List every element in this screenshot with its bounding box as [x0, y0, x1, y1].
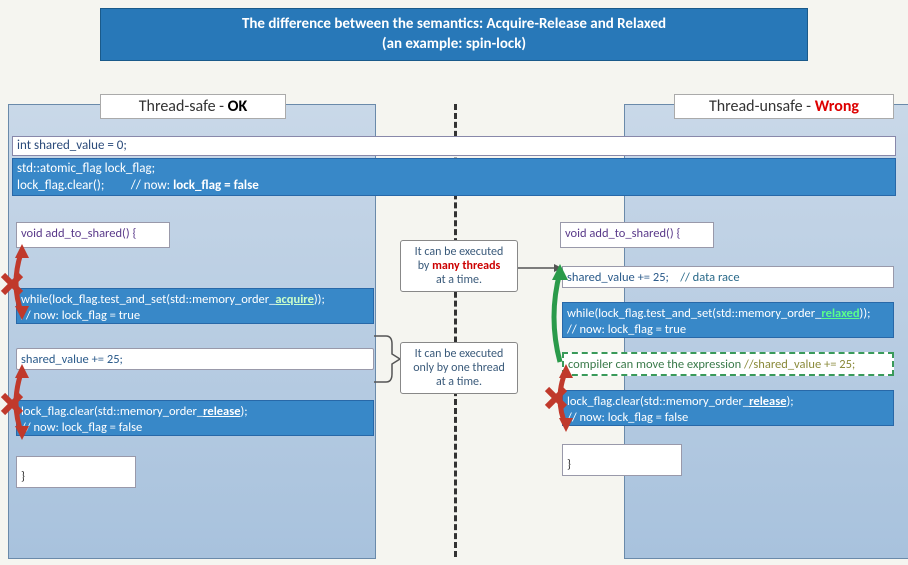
- shared-decl: int shared_value = 0;: [17, 138, 127, 153]
- right-x: [544, 386, 568, 410]
- info-many-l2: by many threads: [407, 259, 511, 273]
- left-clear-comment: // now: lock_flag = false: [21, 420, 369, 436]
- flag-clear-call: lock_flag.clear();: [17, 178, 104, 193]
- flag-decl-line1: std::atomic_flag lock_flag;: [17, 161, 891, 178]
- left-close: }: [21, 469, 25, 484]
- right-while-comment: // now: lock_flag = true: [567, 322, 889, 338]
- info-one-l3: at a time.: [407, 375, 511, 389]
- title-line2: (an example: spin-lock): [101, 35, 807, 55]
- left-while-prefix: while(lock_flag.test_and_set(std::memory…: [21, 292, 275, 307]
- right-race-comment: // data race: [680, 270, 739, 285]
- title-banner: The difference between the semantics: Ac…: [100, 8, 808, 61]
- left-clear-prefix: lock_flag.clear(std::memory_order_: [21, 404, 203, 419]
- left-shared-inc-box: shared_value += 25;: [16, 348, 374, 370]
- info-many-by: by: [418, 259, 432, 273]
- right-race-line: shared_value += 25;: [567, 270, 669, 285]
- right-fn-sig: void add_to_shared() {: [565, 226, 680, 241]
- left-while-line: while(lock_flag.test_and_set(std::memory…: [21, 292, 369, 308]
- left-close-box: }: [16, 456, 136, 488]
- left-while-tail: ));: [314, 292, 325, 307]
- info-many-l3: at a time.: [407, 273, 511, 287]
- info-one-l1: It can be executed: [407, 347, 511, 361]
- left-fn-sig-box: void add_to_shared() {: [16, 222, 170, 248]
- info-one-l2: only by one thread: [407, 361, 511, 375]
- right-while-tail: ));: [860, 306, 871, 321]
- right-title-prefix: Thread-unsafe -: [709, 97, 815, 116]
- right-while-kw: relaxed: [821, 306, 859, 321]
- right-close-box: }: [562, 444, 682, 476]
- info-one-box: It can be executed only by one thread at…: [400, 342, 518, 394]
- info-many-box: It can be executed by many threads at a …: [400, 240, 518, 292]
- bracket-left: [372, 334, 402, 384]
- right-race-box: shared_value += 25; // data race: [562, 266, 894, 288]
- right-arrow-green: [546, 262, 572, 372]
- right-clear-line: lock_flag.clear(std::memory_order_releas…: [567, 394, 889, 410]
- right-title-status: Wrong: [815, 97, 859, 116]
- shared-decl-box: int shared_value = 0;: [12, 136, 896, 156]
- right-while-box: while(lock_flag.test_and_set(std::memory…: [562, 302, 894, 338]
- right-moved-comment: //shared_value += 25;: [744, 357, 855, 372]
- info-many-l1: It can be executed: [407, 245, 511, 259]
- left-clear-kw: release: [203, 404, 240, 419]
- right-clear-prefix: lock_flag.clear(std::memory_order_: [567, 394, 749, 409]
- left-while-box: while(lock_flag.test_and_set(std::memory…: [16, 288, 374, 324]
- left-while-kw: acquire: [275, 292, 313, 307]
- left-clear-tail: );: [241, 404, 248, 419]
- right-while-line: while(lock_flag.test_and_set(std::memory…: [567, 306, 889, 322]
- left-shared-inc: shared_value += 25;: [21, 352, 123, 367]
- flag-decl-line2: lock_flag.clear(); // now: lock_flag = f…: [17, 178, 891, 195]
- right-title-box: Thread-unsafe - Wrong: [674, 94, 894, 119]
- title-line1: The difference between the semantics: Ac…: [101, 15, 807, 35]
- right-clear-comment: // now: lock_flag = false: [567, 410, 889, 426]
- left-while-comment: // now: lock_flag = true: [21, 308, 369, 324]
- right-clear-kw: release: [749, 394, 786, 409]
- flag-decl-box: std::atomic_flag lock_flag; lock_flag.cl…: [12, 158, 896, 196]
- left-title-prefix: Thread-safe -: [139, 97, 228, 116]
- right-moved-box: compiler can move the expression //share…: [562, 352, 894, 376]
- left-title-box: Thread-safe - OK: [100, 94, 286, 119]
- right-while-prefix: while(lock_flag.test_and_set(std::memory…: [567, 306, 821, 321]
- left-fn-sig: void add_to_shared() {: [21, 226, 136, 241]
- left-x-top: [0, 272, 24, 296]
- right-clear-box: lock_flag.clear(std::memory_order_releas…: [562, 390, 894, 426]
- left-clear-line: lock_flag.clear(std::memory_order_releas…: [21, 404, 369, 420]
- left-clear-box: lock_flag.clear(std::memory_order_releas…: [16, 400, 374, 436]
- left-x-bottom: [0, 392, 24, 416]
- left-title-status: OK: [228, 97, 248, 116]
- right-moved-text: compiler can move the expression: [568, 357, 744, 372]
- right-fn-sig-box: void add_to_shared() {: [560, 222, 714, 248]
- right-close: }: [567, 457, 571, 472]
- info-many-threads: many threads: [432, 259, 500, 273]
- flag-comment-val: lock_flag = false: [173, 178, 259, 193]
- flag-comment-prefix: // now:: [131, 178, 173, 193]
- right-clear-tail: );: [787, 394, 794, 409]
